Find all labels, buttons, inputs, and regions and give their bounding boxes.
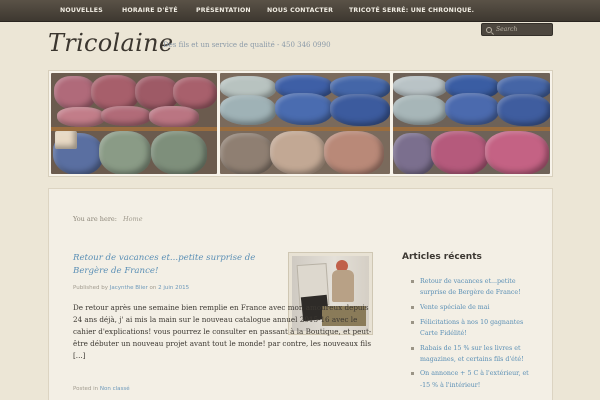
post-author[interactable]: Jacynthe Blier [110,285,148,291]
recent-post-item[interactable]: Vente spéciale de mai [411,302,531,313]
breadcrumb-prefix: You are here: [73,215,117,223]
post-category-link[interactable]: Non classé [100,386,130,392]
post-date[interactable]: 2 juin 2015 [158,285,189,291]
nav-item-horaire[interactable]: HORAIRE D'ÉTÉ [122,7,178,14]
breadcrumb: You are here: Home [73,215,143,223]
post-meta-on: on [149,285,157,291]
site-title[interactable]: Tricolaine [48,29,173,57]
post-meta-prefix: Published by [73,285,108,291]
recent-post-item[interactable]: On annonce + 5 C à l'extérieur, et -15 %… [411,368,531,390]
post-title[interactable]: Retour de vacances et...petite surprise … [73,252,283,278]
banner-photo-yarn-middle [220,73,390,174]
top-navigation: NOUVELLES HORAIRE D'ÉTÉ PRÉSENTATION NOU… [0,0,600,22]
search-placeholder: Search [496,26,518,33]
recent-post-item[interactable]: Félicitations à nos 10 gagnantes Carte F… [411,317,531,339]
post-meta: Published by Jacynthe Blier on 2 juin 20… [73,285,189,291]
nav-item-nouvelles[interactable]: NOUVELLES [60,7,103,14]
recent-post-item[interactable]: Retour de vacances et...petite surprise … [411,276,531,298]
recent-posts-title: Articles récents [402,252,482,262]
post-excerpt: De retour après une semaine bien remplie… [73,303,372,361]
site-tagline: Des fils et un service de qualité - 450 … [163,41,331,49]
banner-photo-yarn-left [51,73,218,174]
search-icon [486,27,492,33]
header-banner [48,70,553,177]
banner-photo-yarn-right [392,73,550,174]
breadcrumb-home[interactable]: Home [123,215,143,223]
recent-posts-list: Retour de vacances et...petite surprise … [411,276,531,394]
recent-post-item[interactable]: Rabais de 15 % sur les livres et magazin… [411,343,531,365]
nav-item-chronique[interactable]: TRICOTÉ SERRÉ: UNE CHRONIQUE. [349,7,474,14]
nav-item-presentation[interactable]: PRÉSENTATION [196,7,251,14]
post-category-prefix: Posted in [73,386,99,392]
nav-item-contact[interactable]: NOUS CONTACTER [267,7,333,14]
post-category: Posted in Non classé [73,386,130,392]
search-input[interactable]: Search [481,23,553,36]
